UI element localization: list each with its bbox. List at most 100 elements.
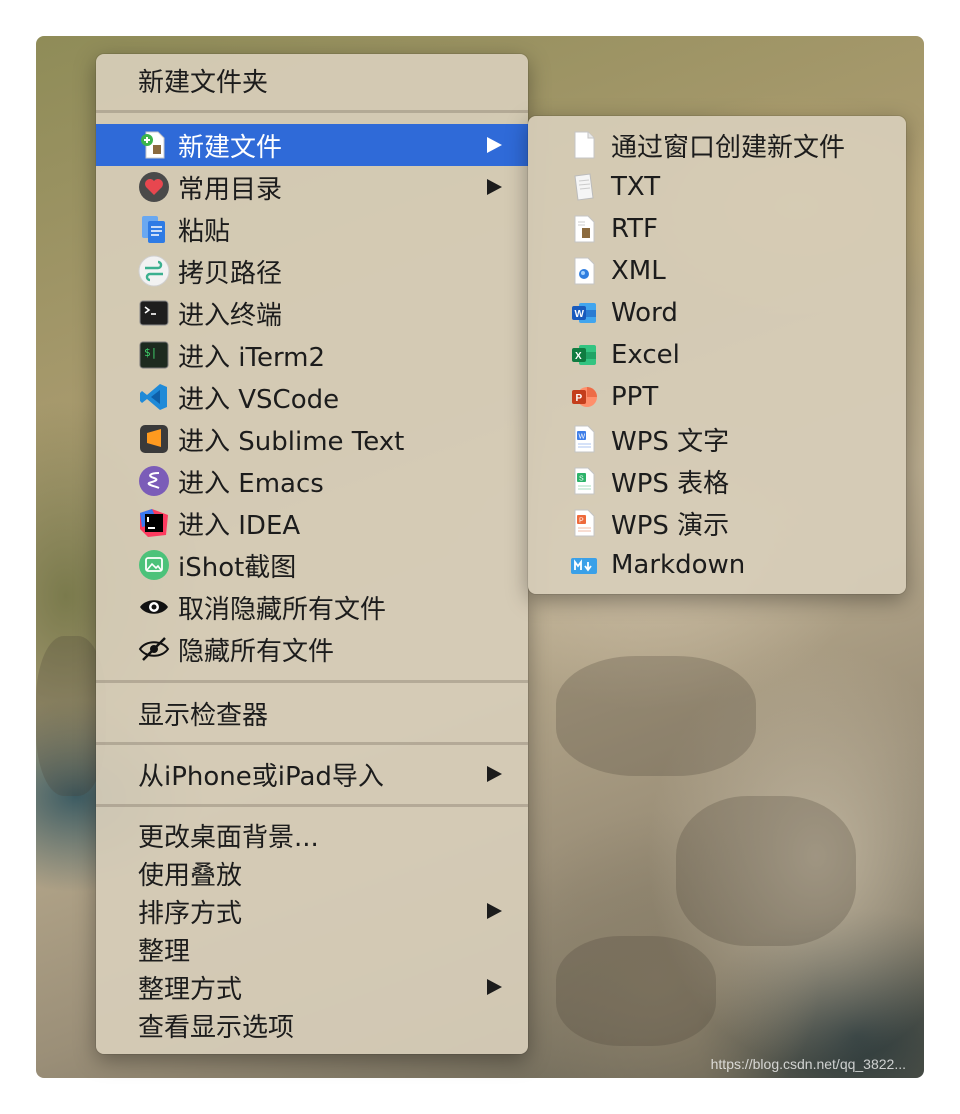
wps-spreadsheet-icon: S [574, 467, 595, 495]
vscode-icon [140, 384, 167, 410]
blank-file-icon [574, 131, 595, 159]
menu-item-label: 使用叠放 [138, 860, 243, 891]
menu-item-label: 新建文件 [178, 132, 283, 163]
ishot-icon [139, 550, 169, 580]
submenu-item-label: 通过窗口创建新文件 [611, 132, 846, 163]
submenu-item-markdown[interactable]: Markdown [528, 544, 906, 586]
eye-slash-icon [138, 637, 170, 661]
submenu-item-txt[interactable]: TXT [528, 166, 906, 208]
menu-item-label: 进入 Sublime Text [178, 426, 405, 457]
powerpoint-icon: P [572, 387, 597, 407]
menu-item-show-view-options[interactable]: 查看显示选项 [96, 1006, 528, 1044]
idea-icon [140, 509, 168, 537]
submenu-item-label: RTF [611, 214, 659, 244]
menu-item-label: 排序方式 [138, 898, 243, 929]
svg-text:X: X [575, 351, 582, 362]
menu-item-label: 查看显示选项 [138, 1012, 295, 1043]
submenu-item-wps-writer[interactable]: W WPS 文字 [528, 418, 906, 460]
menu-item-label: 拷贝路径 [178, 258, 283, 289]
wps-presentation-icon: P [574, 509, 595, 537]
menu-item-open-terminal[interactable]: 进入终端 [96, 292, 528, 334]
markdown-icon [571, 558, 597, 574]
submenu-arrow-icon [487, 179, 502, 195]
menu-item-show-inspector[interactable]: 显示检查器 [96, 692, 528, 734]
txt-file-icon [574, 173, 594, 201]
copy-path-icon [138, 255, 170, 287]
wallpaper-rock [556, 656, 756, 776]
menu-item-label: 整理方式 [138, 974, 243, 1005]
wallpaper-rock [676, 796, 856, 946]
menu-item-copy-path[interactable]: 拷贝路径 [96, 250, 528, 292]
submenu-arrow-icon [487, 766, 502, 782]
menu-item-open-idea[interactable]: 进入 IDEA [96, 502, 528, 544]
menu-separator [96, 680, 528, 683]
wallpaper-rock [556, 936, 716, 1046]
menu-item-label: 粘贴 [178, 216, 231, 247]
menu-item-label: 隐藏所有文件 [178, 636, 335, 667]
submenu-item-ppt[interactable]: P PPT [528, 376, 906, 418]
submenu-item-excel[interactable]: X Excel [528, 334, 906, 376]
excel-icon: X [572, 345, 596, 365]
menu-item-label: 取消隐藏所有文件 [178, 594, 387, 625]
menu-item-open-vscode[interactable]: 进入 VSCode [96, 376, 528, 418]
submenu-item-label: WPS 文字 [611, 426, 730, 457]
menu-item-paste[interactable]: 粘贴 [96, 208, 528, 250]
menu-item-show-hidden[interactable]: 取消隐藏所有文件 [96, 586, 528, 628]
menu-item-change-wallpaper[interactable]: 更改桌面背景... [96, 816, 528, 854]
menu-item-use-stacks[interactable]: 使用叠放 [96, 854, 528, 892]
submenu-arrow-icon [487, 137, 502, 153]
svg-text:S: S [579, 476, 584, 483]
menu-item-label: 常用目录 [178, 174, 283, 205]
menu-item-new-file[interactable]: 新建文件 [96, 124, 528, 166]
menu-item-open-emacs[interactable]: 进入 Emacs [96, 460, 528, 502]
submenu-item-label: XML [611, 256, 666, 286]
submenu-item-label: PPT [611, 382, 659, 412]
submenu-item-word[interactable]: W Word [528, 292, 906, 334]
menu-item-clean-up[interactable]: 整理 [96, 930, 528, 968]
menu-item-label: 显示检查器 [138, 700, 269, 731]
submenu-item-new-via-window[interactable]: 通过窗口创建新文件 [528, 124, 906, 166]
iterm2-icon: $| [139, 341, 169, 369]
heart-icon [139, 172, 169, 202]
svg-text:$|: $| [144, 346, 157, 359]
submenu-item-label: Excel [611, 340, 680, 370]
menu-item-sort-by[interactable]: 排序方式 [96, 892, 528, 930]
watermark-text: https://blog.csdn.net/qq_3822... [710, 1056, 906, 1072]
paste-icon [142, 216, 165, 243]
menu-item-label: 进入 VSCode [178, 384, 340, 415]
menu-item-label: 更改桌面背景... [138, 822, 319, 853]
menu-item-ishot[interactable]: iShot截图 [96, 544, 528, 586]
xml-file-icon [574, 257, 595, 285]
submenu-arrow-icon [487, 979, 502, 995]
menu-item-open-iterm2[interactable]: $| 进入 iTerm2 [96, 334, 528, 376]
menu-item-label: 新建文件夹 [138, 67, 269, 98]
eye-icon [140, 600, 168, 614]
emacs-icon [139, 466, 169, 496]
menu-item-label: 整理 [138, 936, 191, 967]
submenu-item-label: Markdown [611, 550, 746, 580]
menu-item-import-from-iphone[interactable]: 从iPhone或iPad导入 [96, 753, 528, 795]
menu-item-label: 进入终端 [178, 300, 283, 331]
rtf-file-icon [574, 215, 595, 243]
menu-item-clean-up-by[interactable]: 整理方式 [96, 968, 528, 1006]
submenu-arrow-icon [487, 903, 502, 919]
menu-separator [96, 110, 528, 113]
svg-text:P: P [576, 393, 583, 404]
menu-item-label: 进入 iTerm2 [178, 342, 326, 373]
menu-item-open-sublime[interactable]: 进入 Sublime Text [96, 418, 528, 460]
menu-separator [96, 804, 528, 807]
desktop-context-menu: 新建文件夹 新建文件 常用目录 粘贴 拷贝路径 进入终端 $| 进入 iTerm… [96, 54, 528, 1054]
menu-item-label: 进入 IDEA [178, 510, 301, 541]
menu-item-new-folder[interactable]: 新建文件夹 [96, 59, 528, 101]
submenu-item-label: TXT [611, 172, 661, 202]
menu-item-hide-all[interactable]: 隐藏所有文件 [96, 628, 528, 670]
svg-text:W: W [579, 434, 586, 441]
submenu-item-label: WPS 表格 [611, 468, 730, 499]
new-file-submenu: 通过窗口创建新文件 TXT RTF XML W Word X Excel P P… [528, 116, 906, 594]
word-icon: W [572, 303, 596, 323]
menu-item-favorite-dirs[interactable]: 常用目录 [96, 166, 528, 208]
submenu-item-wps-spreadsheet[interactable]: S WPS 表格 [528, 460, 906, 502]
submenu-item-rtf[interactable]: RTF [528, 208, 906, 250]
submenu-item-wps-presentation[interactable]: P WPS 演示 [528, 502, 906, 544]
submenu-item-xml[interactable]: XML [528, 250, 906, 292]
